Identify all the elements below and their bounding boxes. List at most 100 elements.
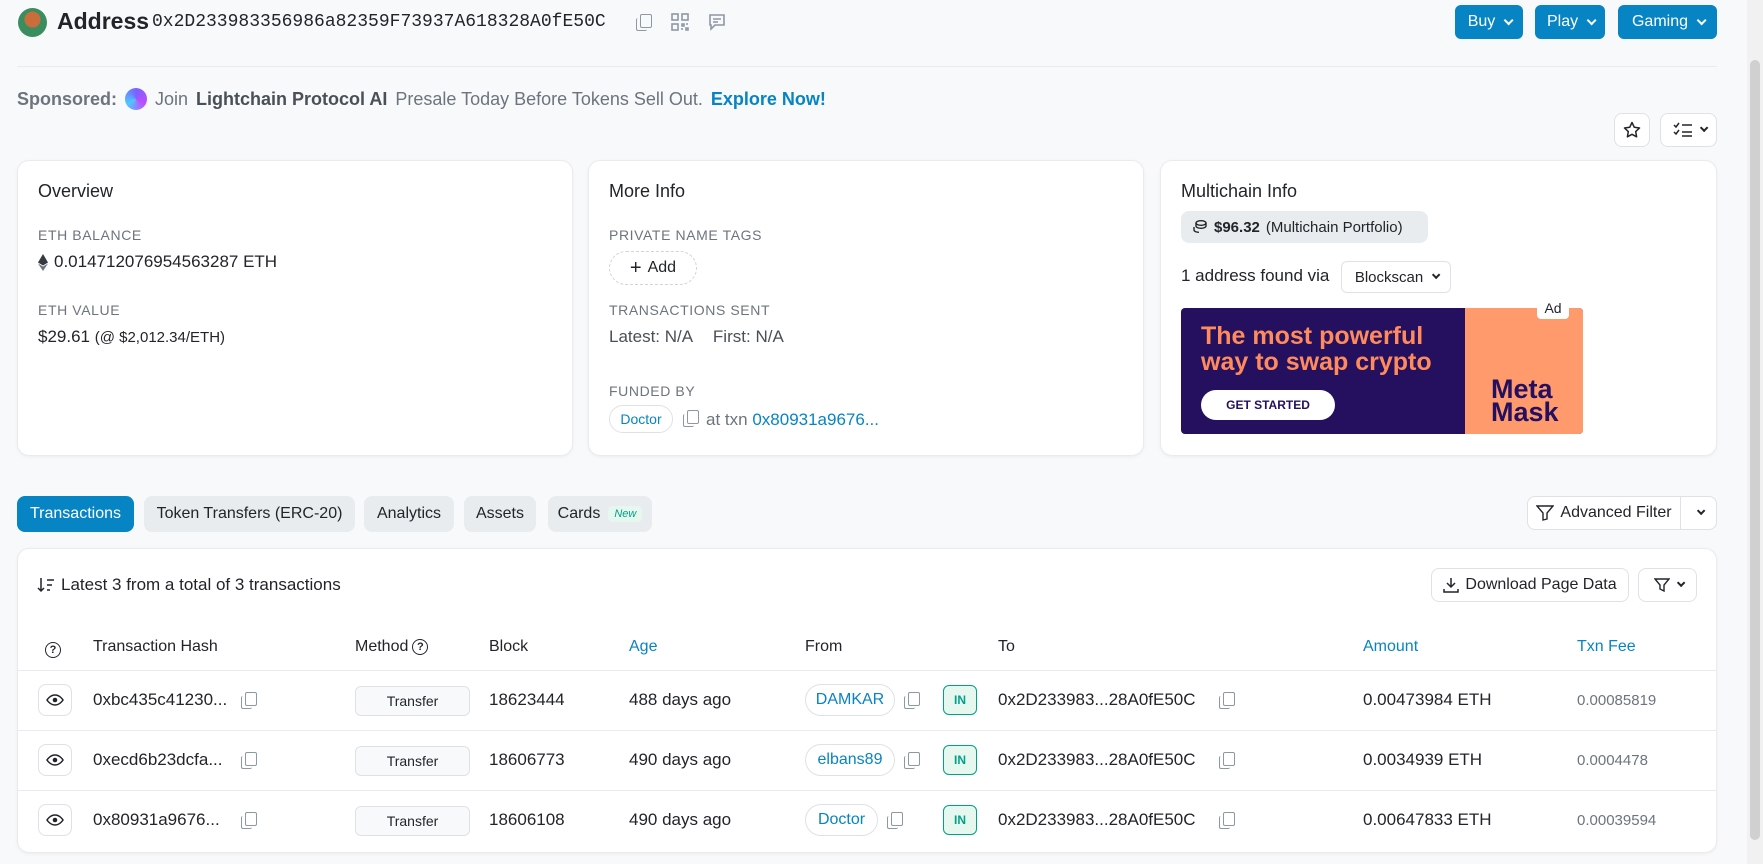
- metamask-ad[interactable]: The most powerful way to swap crypto GET…: [1181, 308, 1583, 434]
- new-badge: New: [608, 506, 643, 522]
- copy-icon[interactable]: [241, 752, 257, 773]
- copy-icon[interactable]: [241, 812, 257, 833]
- copy-icon[interactable]: [1219, 812, 1235, 833]
- transactions-sent-label: TRANSACTIONS SENT: [609, 302, 771, 318]
- lightchain-logo-icon: [125, 88, 148, 110]
- table-filter-button[interactable]: [1638, 568, 1697, 602]
- checklist-icon: [1672, 122, 1692, 137]
- blockscan-dropdown[interactable]: Blockscan: [1341, 261, 1451, 293]
- tx-hash-link[interactable]: 0xecd6b23dcfa...: [93, 750, 222, 770]
- view-details-eye-icon[interactable]: [38, 744, 72, 776]
- th-amount[interactable]: Amount: [1363, 638, 1418, 656]
- advanced-filter-dropdown[interactable]: [1680, 496, 1717, 530]
- address-avatar: [18, 8, 47, 37]
- star-icon: [1623, 121, 1641, 138]
- transactions-sent-values: Latest: N/A First: N/A: [609, 327, 784, 346]
- eth-value: $29.61 (@ $2,012.34/ETH): [38, 327, 225, 347]
- block-link[interactable]: 18606773: [489, 750, 565, 770]
- scrollbar-thumb[interactable]: [1750, 60, 1760, 840]
- funded-by-label: FUNDED BY: [609, 383, 696, 399]
- view-details-eye-icon[interactable]: [38, 804, 72, 836]
- txn-fee: 0.0004478: [1577, 752, 1648, 769]
- txn-fee: 0.00085819: [1577, 692, 1657, 709]
- download-icon: [1443, 578, 1460, 593]
- copy-icon[interactable]: [887, 812, 903, 833]
- list-options-button[interactable]: [1660, 113, 1717, 147]
- funded-by-txn-link[interactable]: 0x80931a9676...: [752, 410, 879, 429]
- eth-balance: 0.014712076954563287 ETH: [38, 252, 277, 272]
- method-badge: Transfer: [355, 686, 470, 716]
- buy-button[interactable]: Buy: [1455, 5, 1523, 39]
- copy-icon[interactable]: [904, 752, 920, 773]
- sponsored-text-post: Presale Today Before Tokens Sell Out.: [395, 88, 703, 109]
- tab-analytics[interactable]: Analytics: [364, 496, 454, 532]
- amount: 0.00473984 ETH: [1363, 690, 1492, 709]
- view-details-eye-icon[interactable]: [38, 684, 72, 716]
- ad-headline: The most powerful way to swap crypto: [1201, 322, 1432, 376]
- favorite-star-button[interactable]: [1614, 113, 1650, 147]
- txn-fee: 0.00039594: [1577, 812, 1657, 829]
- multichain-title: Multichain Info: [1181, 181, 1298, 201]
- download-page-data-button[interactable]: Download Page Data: [1431, 568, 1629, 602]
- tx-hash-link[interactable]: 0x80931a9676...: [93, 810, 220, 830]
- qr-code-icon[interactable]: [670, 12, 690, 32]
- sponsored-text-pre: Join: [155, 88, 189, 109]
- tab-assets[interactable]: Assets: [464, 496, 536, 532]
- eth-value-amount: $29.61: [38, 327, 90, 346]
- copy-icon[interactable]: [683, 410, 699, 431]
- from-tag[interactable]: DAMKAR: [805, 684, 895, 716]
- eth-value-label: ETH VALUE: [38, 302, 121, 318]
- advanced-filter-button[interactable]: Advanced Filter: [1527, 496, 1681, 530]
- age: 490 days ago: [629, 810, 732, 829]
- sponsored-brand: Lightchain Protocol AI: [196, 88, 388, 109]
- tab-token-transfers[interactable]: Token Transfers (ERC-20): [144, 496, 355, 532]
- amount: 0.00647833 ETH: [1363, 810, 1492, 829]
- help-icon[interactable]: ?: [45, 638, 61, 658]
- copy-icon[interactable]: [1219, 752, 1235, 773]
- block-link[interactable]: 18606108: [489, 810, 565, 830]
- th-txn-fee[interactable]: Txn Fee: [1577, 638, 1636, 656]
- funded-by-txn: at txn 0x80931a9676...: [706, 410, 879, 429]
- add-tag-button[interactable]: + Add: [609, 251, 697, 285]
- row-divider: [18, 730, 1716, 731]
- to-address: 0x2D233983...28A0fE50C: [998, 810, 1196, 829]
- th-to: To: [998, 638, 1015, 655]
- more-info-title: More Info: [609, 181, 686, 201]
- copy-icon[interactable]: [1219, 692, 1235, 713]
- direction-in-badge: IN: [943, 805, 977, 835]
- gaming-button[interactable]: Gaming: [1618, 5, 1717, 39]
- funded-by-tag[interactable]: Doctor: [609, 405, 673, 433]
- tx-hash-link[interactable]: 0xbc435c41230...: [93, 690, 227, 710]
- th-from: From: [805, 638, 843, 655]
- block-link[interactable]: 18623444: [489, 690, 565, 710]
- copy-icon[interactable]: [633, 12, 653, 32]
- sort-icon: [37, 578, 54, 593]
- ad-get-started-button[interactable]: GET STARTED: [1201, 390, 1335, 420]
- from-tag[interactable]: Doctor: [805, 804, 878, 836]
- th-method: Method?: [355, 638, 429, 656]
- plus-icon: +: [629, 257, 642, 279]
- address-found-text: 1 address found via: [1181, 266, 1330, 285]
- play-button[interactable]: Play: [1535, 5, 1605, 39]
- age: 490 days ago: [629, 750, 732, 769]
- comment-icon[interactable]: [707, 12, 727, 32]
- th-age[interactable]: Age: [629, 638, 657, 656]
- th-block: Block: [489, 638, 529, 655]
- th-transaction-hash: Transaction Hash: [93, 638, 218, 655]
- tab-cards[interactable]: Cards New: [548, 496, 652, 532]
- method-help-icon[interactable]: ?: [412, 639, 429, 655]
- to-address: 0x2D233983...28A0fE50C: [998, 750, 1196, 769]
- row-divider: [18, 670, 1716, 671]
- from-tag[interactable]: elbans89: [805, 744, 895, 776]
- sponsored-label: Sponsored:: [17, 88, 118, 109]
- amount: 0.0034939 ETH: [1363, 750, 1483, 769]
- sponsored-banner: Sponsored: Join Lightchain Protocol AI P…: [17, 88, 826, 110]
- filter-icon: [1536, 505, 1555, 521]
- method-badge: Transfer: [355, 746, 470, 776]
- sponsored-link[interactable]: Explore Now!: [711, 89, 826, 110]
- tab-transactions[interactable]: Transactions: [17, 496, 134, 532]
- copy-icon[interactable]: [241, 692, 257, 713]
- multichain-portfolio-button[interactable]: $96.32 (Multichain Portfolio): [1181, 211, 1428, 243]
- copy-icon[interactable]: [904, 692, 920, 713]
- metamask-logo: Meta Mask: [1491, 374, 1559, 427]
